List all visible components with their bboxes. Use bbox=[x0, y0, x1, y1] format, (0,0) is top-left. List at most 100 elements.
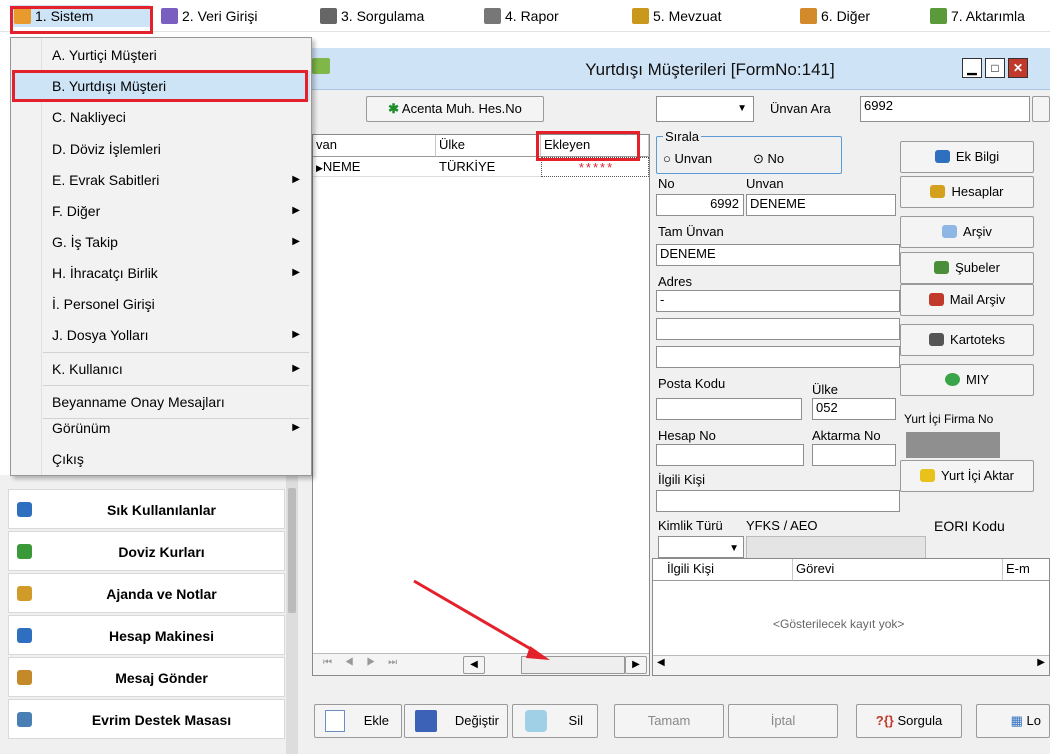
menu-item-personel-girisi[interactable]: İ. Personel Girişi bbox=[12, 289, 310, 319]
yfks-field[interactable] bbox=[746, 536, 926, 560]
menu-rapor[interactable]: 4. Rapor bbox=[480, 5, 563, 27]
magnifier-icon bbox=[942, 225, 958, 238]
yurt-ici-aktar-button[interactable]: Yurt İçi Aktar bbox=[900, 460, 1034, 492]
scroll-right-icon[interactable]: ▶ bbox=[1037, 657, 1045, 668]
submenu-arrow-icon: ▶ bbox=[292, 236, 300, 247]
subeler-button[interactable]: Şubeler bbox=[900, 252, 1034, 284]
contacts-hscroll[interactable]: ◀ ▶ bbox=[653, 655, 1049, 675]
acenta-muh-hes-button[interactable]: ✱ Acenta Muh. Hes.No bbox=[366, 96, 544, 122]
grid-header-ekleyen[interactable]: Ekleyen bbox=[541, 135, 649, 157]
menu-item-ihracatci-birlik[interactable]: H. İhracatçı Birlik ▶ bbox=[12, 258, 310, 288]
iptal-button[interactable]: İptal bbox=[728, 704, 838, 738]
sort-by-unvan-radio[interactable]: ○ Unvan bbox=[663, 151, 712, 166]
menu-aktarimlar[interactable]: 7. Aktarımla bbox=[926, 5, 1029, 27]
query-icon: ?{} bbox=[875, 713, 894, 728]
globe-icon bbox=[944, 373, 960, 386]
submenu-arrow-icon: ▶ bbox=[292, 363, 300, 374]
grid-header-unvan[interactable]: van bbox=[313, 135, 436, 157]
menu-sistem[interactable]: 1. Sistem bbox=[10, 5, 150, 27]
menu-veri-girisi[interactable]: 2. Veri Girişi bbox=[157, 5, 261, 27]
search-input[interactable]: 6992 bbox=[860, 96, 1030, 122]
menu-item-cikis[interactable]: Çıkış bbox=[12, 444, 310, 474]
menu-item-kullanici[interactable]: K. Kullanıcı ▶ bbox=[12, 354, 310, 384]
unvan-ara-label: Ünvan Ara bbox=[770, 101, 831, 116]
kimlik-turu-select[interactable]: ▼ bbox=[658, 536, 744, 558]
sorgula-button[interactable]: ?{} Sorgula bbox=[856, 704, 962, 738]
adres-field-1[interactable]: - bbox=[656, 290, 900, 312]
contacts-grid[interactable]: İlgili Kişi Görevi E-m <Gösterilecek kay… bbox=[652, 558, 1050, 676]
menu-item-yurtici-musteri[interactable]: A. Yurtiçi Müşteri bbox=[12, 40, 310, 70]
ek-bilgi-button[interactable]: Ek Bilgi bbox=[900, 141, 1034, 173]
no-field[interactable]: 6992 bbox=[656, 194, 744, 216]
minimize-button[interactable]: ▁ bbox=[962, 58, 982, 78]
ilgili-kisi-label: İlgili Kişi bbox=[658, 472, 705, 487]
arsiv-button[interactable]: Arşiv bbox=[900, 216, 1034, 248]
customers-grid[interactable]: van Ülke Ekleyen ▶NEME TÜRKİYE ***** ⏮ ◀… bbox=[312, 134, 650, 676]
table-row-ulke-cell[interactable]: TÜRKİYE bbox=[436, 157, 541, 177]
scroll-left-icon[interactable]: ◀ bbox=[657, 657, 665, 668]
shortcut-doviz-kurlari[interactable]: Doviz Kurları bbox=[8, 531, 285, 571]
chevron-down-icon: ▼ bbox=[737, 103, 747, 114]
menu-item-evrak-sabitleri[interactable]: E. Evrak Sabitleri ▶ bbox=[12, 165, 310, 195]
submenu-arrow-icon: ▶ bbox=[292, 329, 300, 340]
shortcut-ajanda[interactable]: Ajanda ve Notlar bbox=[8, 573, 285, 613]
adres-field-3[interactable] bbox=[656, 346, 900, 368]
mailbox-icon bbox=[928, 293, 944, 306]
kartoteks-button[interactable]: Kartoteks bbox=[900, 324, 1034, 356]
unvan-ara-select[interactable]: ▼ bbox=[656, 96, 754, 122]
hesaplar-button[interactable]: Hesaplar bbox=[900, 176, 1034, 208]
sort-by-no-radio[interactable]: ⊙ No bbox=[753, 151, 784, 167]
hscroll-thumb[interactable] bbox=[521, 656, 625, 674]
left-panel-scroll-thumb[interactable] bbox=[288, 488, 296, 613]
menu-mevzuat[interactable]: 5. Mevzuat bbox=[628, 5, 725, 27]
menu-separator bbox=[43, 352, 309, 353]
posta-kodu-label: Posta Kodu bbox=[658, 376, 726, 391]
maximize-button[interactable]: □ bbox=[985, 58, 1005, 78]
grid-nav-buttons[interactable]: ⏮ ◀ ▶ ⏭ bbox=[323, 657, 402, 668]
sil-button[interactable]: Sil bbox=[512, 704, 598, 738]
contacts-header-email[interactable]: E-m bbox=[1003, 559, 1049, 581]
ulke-field[interactable]: 052 bbox=[812, 398, 896, 420]
shortcut-mesaj-gonder[interactable]: Mesaj Gönder bbox=[8, 657, 285, 697]
system-icon bbox=[14, 8, 31, 24]
menu-diger[interactable]: 6. Diğer bbox=[796, 5, 874, 27]
hscroll-left-button[interactable]: ◀ bbox=[463, 656, 485, 674]
miy-button[interactable]: MIY bbox=[900, 364, 1034, 396]
menu-item-yurtdisi-musteri[interactable]: B. Yurtdışı Müşteri bbox=[12, 71, 310, 101]
tamam-button[interactable]: Tamam bbox=[614, 704, 724, 738]
hesap-no-field[interactable] bbox=[656, 444, 804, 466]
window-title: Yurtdışı Müşterileri [FormNo:141] bbox=[585, 60, 835, 79]
unvan-field[interactable]: DENEME bbox=[746, 194, 896, 216]
posta-kodu-field[interactable] bbox=[656, 398, 802, 420]
menu-item-doviz-islemleri[interactable]: D. Döviz İşlemleri bbox=[12, 134, 310, 164]
mail-arsiv-button[interactable]: Mail Arşiv bbox=[900, 284, 1034, 316]
contacts-header-gorevi[interactable]: Görevi bbox=[793, 559, 1003, 581]
ekle-button[interactable]: Ekle bbox=[314, 704, 402, 738]
submenu-arrow-icon: ▶ bbox=[292, 205, 300, 216]
menu-item-gorunum[interactable]: Görünüm ▶ bbox=[12, 413, 310, 443]
close-button[interactable]: ✕ bbox=[1008, 58, 1028, 78]
hscroll-right-button[interactable]: ▶ bbox=[625, 656, 647, 674]
shortcut-evrim-destek[interactable]: Evrim Destek Masası bbox=[8, 699, 285, 739]
yurt-ici-firma-no-label: Yurt İçi Firma No bbox=[904, 412, 994, 426]
ledger-icon bbox=[930, 185, 946, 198]
degistir-button[interactable]: Değiştir bbox=[404, 704, 508, 738]
menu-item-diger[interactable]: F. Diğer ▶ bbox=[12, 196, 310, 226]
adres-field-2[interactable] bbox=[656, 318, 900, 340]
contacts-header-ilgili-kisi[interactable]: İlgili Kişi bbox=[653, 559, 793, 581]
grid-header-ulke[interactable]: Ülke bbox=[436, 135, 541, 157]
lo-button[interactable]: ▦ Lo bbox=[976, 704, 1050, 738]
menu-item-is-takip[interactable]: G. İş Takip ▶ bbox=[12, 227, 310, 257]
search-button[interactable] bbox=[1032, 96, 1050, 122]
table-row-unvan-cell[interactable]: ▶NEME bbox=[313, 157, 436, 177]
menu-sorgulama[interactable]: 3. Sorgulama bbox=[316, 5, 428, 27]
yurt-ici-firma-no-field[interactable] bbox=[906, 432, 1000, 458]
shortcut-hesap-makinesi[interactable]: Hesap Makinesi bbox=[8, 615, 285, 655]
table-row-ekleyen-cell[interactable]: ***** bbox=[541, 157, 649, 177]
menu-item-nakliyeci[interactable]: C. Nakliyeci bbox=[12, 102, 310, 132]
tam-unvan-field[interactable]: DENEME bbox=[656, 244, 900, 266]
shortcut-sik-kullanilanlar[interactable]: Sık Kullanılanlar bbox=[8, 489, 285, 529]
menu-item-dosya-yollari[interactable]: J. Dosya Yolları ▶ bbox=[12, 320, 310, 350]
aktarma-no-field[interactable] bbox=[812, 444, 896, 466]
ilgili-kisi-field[interactable] bbox=[656, 490, 900, 512]
